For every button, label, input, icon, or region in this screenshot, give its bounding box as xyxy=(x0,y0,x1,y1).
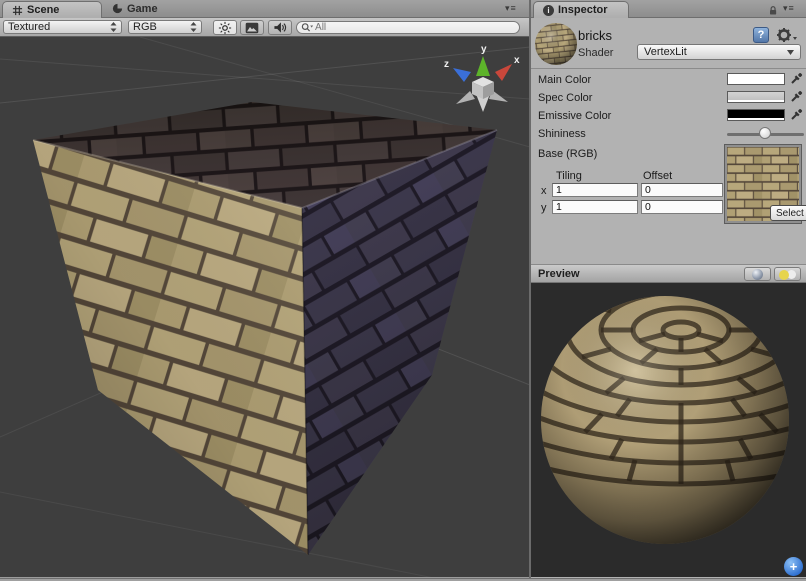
scene-toolbar: Textured RGB xyxy=(0,18,530,37)
draw-mode-dropdown[interactable]: Textured xyxy=(3,20,122,34)
separator xyxy=(531,68,806,69)
unity-editor-window: Scene Game ▾≡ Textured RGB xyxy=(0,0,806,581)
scene-viewport[interactable]: y x z xyxy=(0,37,530,577)
row-y-label: y xyxy=(541,202,547,214)
preview-title: Preview xyxy=(538,268,580,280)
tab-game-label: Game xyxy=(127,3,158,15)
emissive-color-swatch[interactable] xyxy=(727,109,785,121)
material-sphere-thumbnail xyxy=(534,22,578,66)
inspector-panel-menu-icon[interactable]: ▾≡ xyxy=(783,3,795,14)
spec-color-label: Spec Color xyxy=(538,92,592,104)
scene-search-box xyxy=(296,21,520,34)
offset-x-field[interactable] xyxy=(641,183,723,197)
tab-inspector-label: Inspector xyxy=(558,4,608,16)
preview-model-button[interactable] xyxy=(744,267,771,281)
draw-mode-label: Textured xyxy=(8,21,110,33)
offset-y-field[interactable] xyxy=(641,200,723,214)
search-input[interactable] xyxy=(313,21,515,34)
offset-header: Offset xyxy=(643,170,672,182)
eyedropper-icon[interactable] xyxy=(790,72,803,85)
two-lights-icon xyxy=(775,268,800,280)
preview-lighting-button[interactable] xyxy=(774,267,801,281)
tab-scene[interactable]: Scene xyxy=(2,1,102,18)
main-color-swatch[interactable] xyxy=(727,73,785,85)
color-channel-label: RGB xyxy=(133,21,190,33)
gizmo-y-label: y xyxy=(481,44,487,55)
tiling-x-field[interactable] xyxy=(552,183,638,197)
gear-menu-icon[interactable] xyxy=(776,27,798,43)
preview-sphere xyxy=(531,283,806,577)
scene-grid-icon xyxy=(12,5,23,16)
main-color-label: Main Color xyxy=(538,74,591,86)
gizmo-x-label: x xyxy=(514,55,520,66)
base-texture-label: Base (RGB) xyxy=(538,148,597,160)
game-icon xyxy=(112,3,123,14)
select-button[interactable]: Select xyxy=(770,205,806,221)
audio-toggle-button[interactable] xyxy=(268,20,292,35)
tab-game[interactable]: Game xyxy=(112,0,158,17)
search-icon xyxy=(301,22,313,33)
material-name: bricks xyxy=(578,28,612,43)
inspector-panel: i Inspector ▾≡ xyxy=(531,0,806,581)
sphere-icon xyxy=(752,269,763,280)
tab-scene-label: Scene xyxy=(27,4,59,16)
material-preview-area[interactable]: + xyxy=(531,283,806,577)
tiling-y-field[interactable] xyxy=(552,200,638,214)
gizmo-z-label: z xyxy=(444,59,449,70)
tiling-header: Tiling xyxy=(556,170,582,182)
shader-label: Shader xyxy=(578,47,613,59)
preview-header[interactable]: Preview xyxy=(531,264,806,283)
inspector-tabbar: i Inspector ▾≡ xyxy=(531,0,806,18)
scene-3d-canvas: y x z xyxy=(0,37,530,577)
updown-caret-icon xyxy=(190,22,197,32)
shader-value: VertexLit xyxy=(644,46,787,58)
shininess-slider-knob[interactable] xyxy=(759,127,771,139)
spec-color-swatch[interactable] xyxy=(727,91,785,103)
color-channel-dropdown[interactable]: RGB xyxy=(128,20,202,34)
scene-tabbar: Scene Game ▾≡ xyxy=(0,0,529,18)
shininess-label: Shininess xyxy=(538,128,586,140)
shader-dropdown[interactable]: VertexLit xyxy=(637,44,801,60)
emissive-color-label: Emissive Color xyxy=(538,110,611,122)
add-preview-button[interactable]: + xyxy=(784,557,803,576)
help-icon[interactable]: ? xyxy=(753,27,769,43)
updown-caret-icon xyxy=(110,22,117,32)
chevron-down-icon xyxy=(787,50,794,55)
lighting-toggle-button[interactable] xyxy=(213,20,237,35)
scene-panel-menu-icon[interactable]: ▾≡ xyxy=(505,3,517,14)
info-icon: i xyxy=(543,5,554,16)
lock-icon[interactable] xyxy=(767,4,779,16)
eyedropper-icon[interactable] xyxy=(790,108,803,121)
image-icon xyxy=(245,22,259,34)
speaker-icon xyxy=(273,21,287,34)
sun-icon xyxy=(218,21,232,35)
row-x-label: x xyxy=(541,185,547,197)
eyedropper-icon[interactable] xyxy=(790,90,803,103)
skybox-toggle-button[interactable] xyxy=(240,20,264,35)
tab-inspector[interactable]: i Inspector xyxy=(533,1,629,18)
